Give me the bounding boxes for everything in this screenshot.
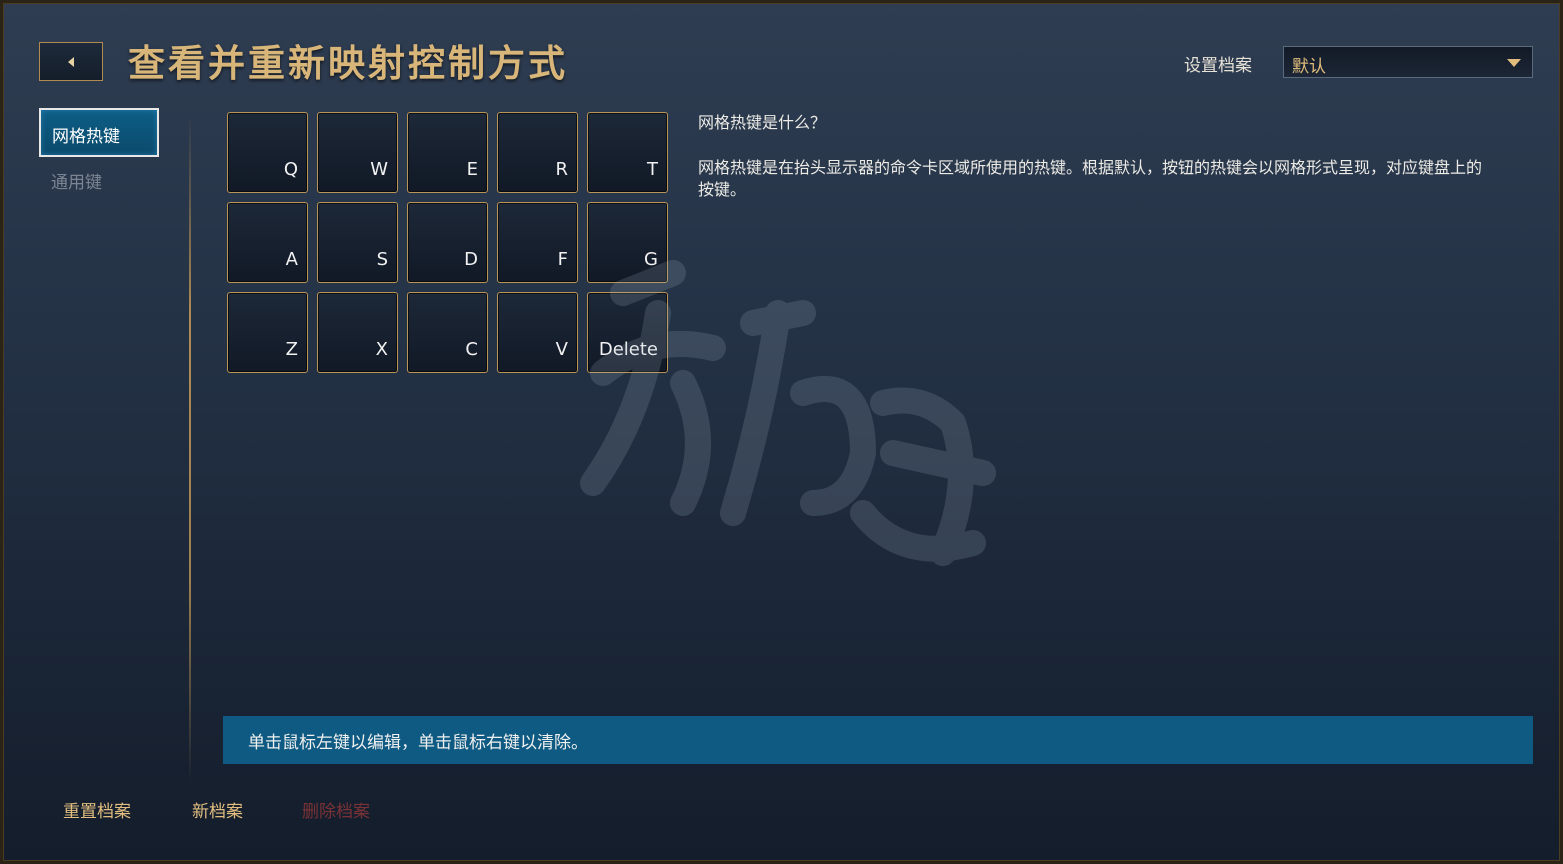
help-title: 网格热键是什么？ bbox=[698, 113, 827, 132]
new-profile-button[interactable]: 新档案 bbox=[192, 797, 243, 822]
page-title: 查看并重新映射控制方式 bbox=[128, 42, 568, 85]
hotkey-slot[interactable]: A bbox=[227, 202, 308, 283]
sidebar-item-general-keys[interactable]: 通用键 bbox=[51, 168, 102, 193]
help-description: 网格热键是在抬头显示器的命令卡区域所使用的热键。根据默认，按钮的热键会以网格形式… bbox=[698, 158, 1483, 199]
hotkey-label: X bbox=[375, 339, 388, 360]
hotkey-label: S bbox=[376, 249, 388, 270]
hotkey-label: A bbox=[285, 249, 298, 270]
profile-selected-value: 默认 bbox=[1292, 57, 1326, 77]
sidebar-item-label: 网格热键 bbox=[52, 127, 120, 147]
sidebar-divider bbox=[189, 115, 191, 783]
hotkey-label: E bbox=[466, 159, 478, 180]
reset-profile-button[interactable]: 重置档案 bbox=[63, 797, 131, 822]
hotkey-label: Delete bbox=[598, 339, 658, 360]
hotkey-slot[interactable]: V bbox=[497, 292, 578, 373]
chevron-down-icon bbox=[1507, 59, 1521, 67]
back-button[interactable] bbox=[39, 42, 103, 81]
hint-text: 单击鼠标左键以编辑，单击鼠标右键以清除。 bbox=[248, 733, 588, 753]
hotkey-label: D bbox=[464, 249, 478, 270]
hotkey-label: V bbox=[555, 339, 568, 360]
profile-dropdown[interactable]: 默认 bbox=[1283, 46, 1533, 78]
hotkey-slot[interactable]: W bbox=[317, 112, 398, 193]
hotkey-label: T bbox=[647, 159, 658, 180]
delete-profile-button[interactable]: 删除档案 bbox=[302, 797, 370, 822]
settings-window: 查看并重新映射控制方式 设置档案 默认 网格热键 通用键 Q W E R T A… bbox=[0, 0, 1563, 864]
hotkey-slot[interactable]: D bbox=[407, 202, 488, 283]
hotkey-label: F bbox=[557, 249, 568, 270]
hotkey-label: Z bbox=[285, 339, 298, 360]
sidebar-item-grid-hotkeys[interactable]: 网格热键 bbox=[39, 108, 159, 157]
hotkey-label: Q bbox=[283, 159, 298, 180]
hotkey-slot[interactable]: Z bbox=[227, 292, 308, 373]
hotkey-slot[interactable]: R bbox=[497, 112, 578, 193]
hint-bar: 单击鼠标左键以编辑，单击鼠标右键以清除。 bbox=[223, 716, 1533, 764]
hotkey-slot[interactable]: S bbox=[317, 202, 398, 283]
hotkey-slot[interactable]: Delete bbox=[587, 292, 668, 373]
hotkey-label: G bbox=[644, 249, 658, 270]
hotkey-label: R bbox=[555, 159, 568, 180]
hotkey-slot[interactable]: Q bbox=[227, 112, 308, 193]
hotkey-label: C bbox=[465, 339, 478, 360]
hotkey-slot[interactable]: C bbox=[407, 292, 488, 373]
hotkey-grid: Q W E R T A S D F G Z X C V Delete bbox=[227, 112, 668, 373]
hotkey-slot[interactable]: X bbox=[317, 292, 398, 373]
hotkey-label: W bbox=[370, 159, 388, 180]
hotkey-slot[interactable]: E bbox=[407, 112, 488, 193]
back-arrow-icon bbox=[68, 56, 74, 67]
profile-label: 设置档案 bbox=[1184, 56, 1252, 76]
hotkey-slot[interactable]: T bbox=[587, 112, 668, 193]
hotkey-slot[interactable]: F bbox=[497, 202, 578, 283]
hotkey-slot[interactable]: G bbox=[587, 202, 668, 283]
